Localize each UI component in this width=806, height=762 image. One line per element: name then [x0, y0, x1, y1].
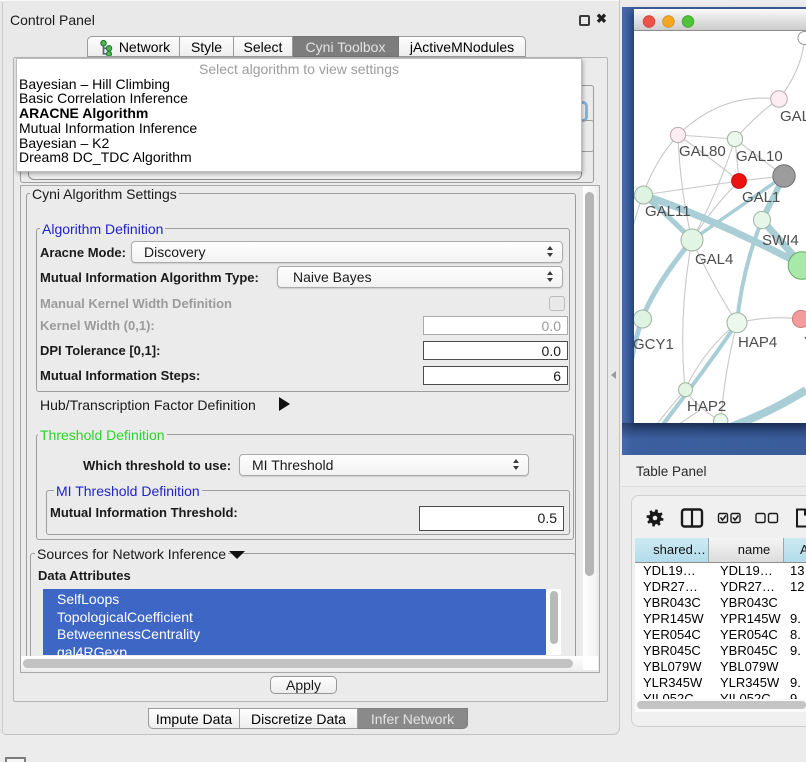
svg-text:HAP2: HAP2 [687, 398, 726, 415]
svg-text:GAL1: GAL1 [742, 189, 780, 206]
svg-text:GCY1: GCY1 [634, 336, 674, 353]
svg-text:SWI4: SWI4 [762, 232, 799, 249]
svg-text:GAL10: GAL10 [736, 148, 783, 165]
svg-text:GAL11: GAL11 [645, 203, 691, 220]
svg-text:GAL80: GAL80 [679, 143, 726, 160]
svg-text:GAL7: GAL7 [780, 108, 806, 125]
svg-text:GAL4: GAL4 [695, 251, 733, 268]
svg-text:HAP4: HAP4 [738, 334, 777, 351]
